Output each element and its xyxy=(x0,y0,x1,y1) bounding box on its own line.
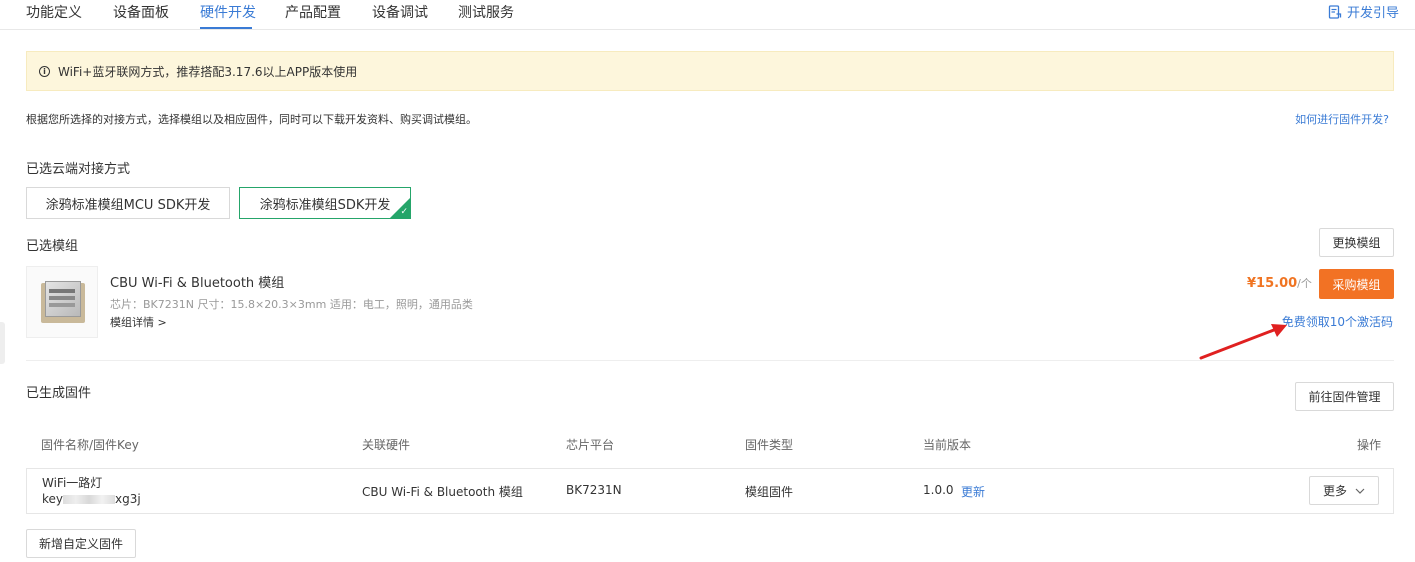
annotation-arrow xyxy=(1199,324,1287,360)
column-header-firmware: 固件名称/固件Key xyxy=(41,438,139,452)
key-redaction xyxy=(63,495,116,504)
add-custom-firmware-button[interactable]: 新增自定义固件 xyxy=(26,529,136,558)
firmware-section-title: 已生成固件 xyxy=(26,386,92,401)
guide-icon xyxy=(1328,4,1342,19)
top-tabs: 功能定义 设备面板 硬件开发 产品配置 设备调试 测试服务 开发引导 xyxy=(0,0,1415,30)
firmware-hardware: CBU Wi-Fi & Bluetooth 模组 xyxy=(362,485,523,499)
check-icon: ✓ xyxy=(400,207,408,217)
firmware-key: key xg3j xyxy=(42,492,141,506)
dev-guide-link[interactable]: 开发引导 xyxy=(1328,2,1399,21)
option-label: 涂鸦标准模组MCU SDK开发 xyxy=(45,197,211,213)
firmware-name: WiFi一路灯 xyxy=(42,476,103,490)
firmware-update-link[interactable]: 更新 xyxy=(961,483,985,500)
more-actions-dropdown[interactable]: 更多 xyxy=(1309,476,1379,505)
column-header-version: 当前版本 xyxy=(923,438,972,452)
module-image xyxy=(26,266,98,338)
firmware-key-suffix: xg3j xyxy=(115,492,141,506)
side-collapse-handle[interactable] xyxy=(0,322,5,364)
page-description: 根据您所选择的对接方式，选择模组以及相应固件，同时可以下载开发资料、购买调试模组… xyxy=(26,113,477,126)
active-tab-indicator xyxy=(200,27,252,29)
change-module-button[interactable]: 更换模组 xyxy=(1319,228,1394,257)
notice-banner: i WiFi+蓝牙联网方式，推荐搭配3.17.6以上APP版本使用 xyxy=(26,51,1394,91)
free-activation-codes-link[interactable]: 免费领取10个激活码 xyxy=(1282,313,1393,330)
firmware-howto-link[interactable]: 如何进行固件开发? xyxy=(1295,111,1389,127)
column-header-chip: 芯片平台 xyxy=(566,438,615,452)
module-name: CBU Wi-Fi & Bluetooth 模组 xyxy=(110,276,285,291)
cloud-section-title: 已选云端对接方式 xyxy=(26,162,131,177)
tab-device-debug[interactable]: 设备调试 xyxy=(372,2,428,22)
price-value: ¥15.00 xyxy=(1247,276,1298,291)
module-section-title: 已选模组 xyxy=(26,239,79,254)
tab-product-config[interactable]: 产品配置 xyxy=(285,2,341,22)
module-details-link[interactable]: 模组详情 > xyxy=(110,314,167,330)
notice-text: WiFi+蓝牙联网方式，推荐搭配3.17.6以上APP版本使用 xyxy=(58,64,358,79)
column-header-actions: 操作 xyxy=(1357,438,1382,452)
dev-guide-label: 开发引导 xyxy=(1346,6,1399,21)
chevron-down-icon xyxy=(1355,488,1365,494)
column-header-hardware: 关联硬件 xyxy=(362,438,411,452)
column-header-type: 固件类型 xyxy=(745,438,794,452)
module-price: ¥15.00/个 xyxy=(1247,275,1312,291)
more-label: 更多 xyxy=(1322,484,1347,498)
buy-module-button[interactable]: 采购模组 xyxy=(1319,269,1394,299)
firmware-chip: BK7231N xyxy=(566,483,622,497)
tab-test-service[interactable]: 测试服务 xyxy=(458,2,514,22)
table-row xyxy=(26,468,1394,514)
option-mcu-sdk[interactable]: 涂鸦标准模组MCU SDK开发 xyxy=(26,187,230,219)
firmware-key-prefix: key xyxy=(42,492,64,506)
module-meta: 芯片：BK7231N 尺寸：15.8×20.3×3mm 适用：电工，照明，通用品… xyxy=(110,298,473,311)
tab-hardware-development[interactable]: 硬件开发 xyxy=(200,2,256,22)
tab-device-panel[interactable]: 设备面板 xyxy=(113,2,169,22)
firmware-type: 模组固件 xyxy=(745,485,794,499)
firmware-version: 1.0.0 xyxy=(923,483,954,497)
tab-function-definition[interactable]: 功能定义 xyxy=(26,2,82,22)
section-divider xyxy=(26,360,1394,361)
info-icon: i xyxy=(39,65,50,77)
price-unit: /个 xyxy=(1297,277,1312,290)
option-label: 涂鸦标准模组SDK开发 xyxy=(259,197,391,213)
option-module-sdk[interactable]: 涂鸦标准模组SDK开发 ✓ xyxy=(239,187,411,219)
firmware-manage-button[interactable]: 前往固件管理 xyxy=(1295,382,1394,411)
